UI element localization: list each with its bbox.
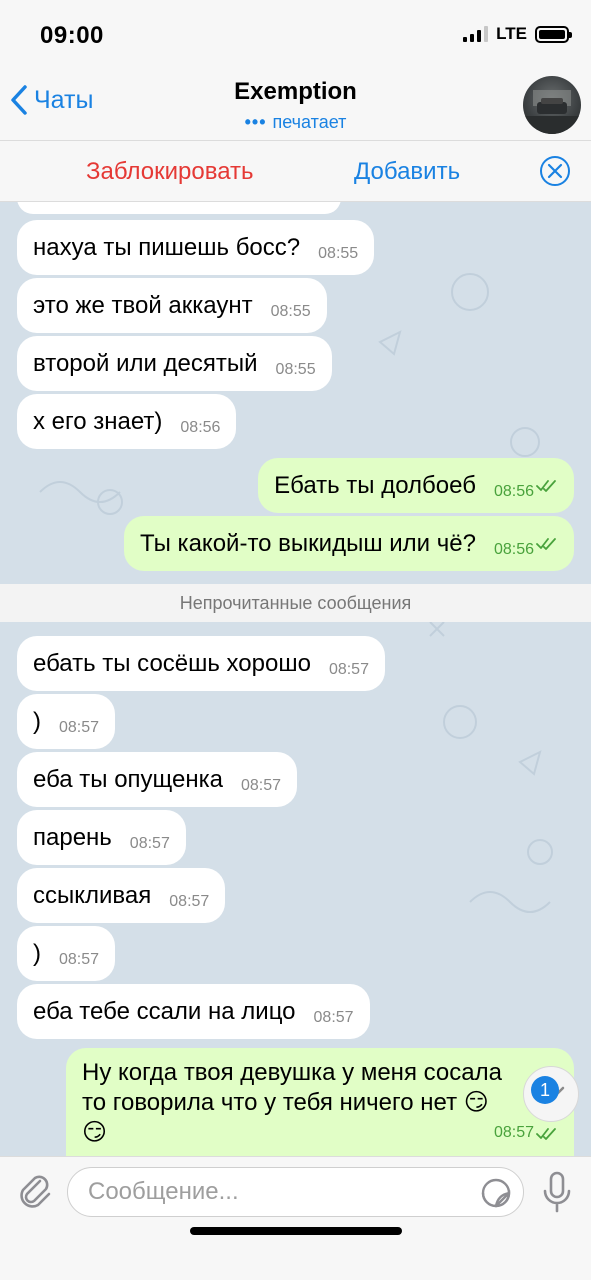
emoji-smirk: 😏 <box>82 1119 108 1146</box>
message-bubble-incoming[interactable]: ) 08:57 <box>17 694 116 749</box>
message-bubble-incoming[interactable]: ебать ты сосёшь хорошо 08:57 <box>17 636 385 691</box>
message-time: 08:57 <box>59 950 100 968</box>
close-icon[interactable] <box>539 155 571 187</box>
message-composer <box>0 1156 591 1280</box>
message-time: 08:57 <box>328 660 369 678</box>
signal-icon <box>463 26 489 42</box>
message-bubble-outgoing[interactable]: Ну когда твоя девушка у меня сосала то г… <box>66 1048 574 1156</box>
home-indicator <box>190 1227 402 1235</box>
message-time: 08:56 <box>493 540 534 558</box>
contact-action-bar: Заблокировать Добавить <box>0 140 591 202</box>
message-text: Ебать ты долбоеб <box>274 471 476 499</box>
message-bubble-incoming[interactable]: это же твой аккаунт 08:55 <box>17 278 327 333</box>
message-time: 08:57 <box>493 1124 534 1141</box>
message-time: 08:55 <box>270 302 311 320</box>
message-text: ) <box>33 939 41 967</box>
message-time: 08:55 <box>318 244 359 262</box>
chat-header: Чаты Exemption ••• печатает <box>0 72 591 140</box>
message-bubble-incoming[interactable]: еба тебе ссали на лицо 08:57 <box>17 984 370 1039</box>
message-text-line: Ну когда твоя девушка у меня сосала <box>82 1059 502 1086</box>
message-bubble-incoming[interactable]: ) 08:57 <box>17 926 116 981</box>
message-text: ссыкливая <box>33 881 152 909</box>
message-time: 08:57 <box>59 718 100 736</box>
typing-dots-icon: ••• <box>244 112 267 132</box>
message-time: 08:56 <box>180 418 221 436</box>
message-list[interactable]: нахуа ты пишешь босс? 08:55 это же твой а… <box>0 202 591 1156</box>
typing-status-text: печатает <box>272 112 347 132</box>
block-button[interactable]: Заблокировать <box>86 158 254 186</box>
chat-title[interactable]: Exemption <box>0 78 591 106</box>
message-time: 08:57 <box>169 892 210 910</box>
message-text: второй или десятый <box>33 349 258 377</box>
battery-icon <box>535 25 572 43</box>
read-checkmarks-icon <box>536 537 556 550</box>
status-time: 09:00 <box>40 22 104 49</box>
message-text: Ты какой-то выкидыш или чё? <box>140 529 476 557</box>
avatar[interactable] <box>523 76 581 134</box>
message-text: это же твой аккаунт <box>33 291 253 319</box>
message-bubble-incoming[interactable]: парень 08:57 <box>17 810 186 865</box>
read-checkmarks-icon <box>536 1127 556 1140</box>
typing-status: ••• печатает <box>0 112 591 133</box>
microphone-icon[interactable] <box>540 1171 574 1213</box>
message-bubble-outgoing[interactable]: Ты какой-то выкидыш или чё? 08:56 <box>124 516 574 571</box>
unread-count-badge: 1 <box>531 1076 559 1104</box>
message-bubble-incoming[interactable]: еба ты опущенка 08:57 <box>17 752 298 807</box>
message-text: ебать ты сосёшь хорошо <box>33 649 311 677</box>
message-text: нахуа ты пишешь босс? <box>33 233 301 261</box>
message-time: 08:57 <box>241 776 282 794</box>
network-type: LTE <box>496 24 527 43</box>
message-text-line: то говорила что у тебя ничего нет 😏 <box>82 1089 489 1116</box>
message-bubble-incoming[interactable]: второй или десятый 08:55 <box>17 336 332 391</box>
status-indicators: LTE <box>463 24 572 44</box>
sticker-icon[interactable] <box>480 1177 512 1209</box>
avatar-image <box>523 90 581 134</box>
message-bubble-outgoing[interactable]: Ебать ты долбоеб 08:56 <box>258 458 574 513</box>
read-checkmarks-icon <box>536 479 556 492</box>
add-contact-button[interactable]: Добавить <box>354 158 460 186</box>
message-text: х его знает) <box>33 407 163 435</box>
message-time: 08:57 <box>129 834 170 852</box>
message-bubble-incoming[interactable]: нахуа ты пишешь босс? 08:55 <box>17 220 375 275</box>
message-text: еба тебе ссали на лицо <box>33 997 296 1025</box>
message-text: ) <box>33 707 41 735</box>
message-bubble-incoming[interactable] <box>17 202 341 214</box>
message-time: 08:55 <box>275 360 316 378</box>
message-time: 08:56 <box>493 482 534 500</box>
message-bubble-incoming[interactable]: х его знает) 08:56 <box>17 394 237 449</box>
unread-messages-divider: Непрочитанные сообщения <box>0 584 591 622</box>
message-text: парень <box>33 823 112 851</box>
message-input[interactable] <box>67 1167 524 1217</box>
message-bubble-incoming[interactable]: ссыкливая 08:57 <box>17 868 226 923</box>
message-text: еба ты опущенка <box>33 765 223 793</box>
paperclip-icon[interactable] <box>16 1171 52 1211</box>
message-time: 08:57 <box>313 1008 354 1026</box>
status-bar: 09:00 LTE <box>0 0 591 72</box>
